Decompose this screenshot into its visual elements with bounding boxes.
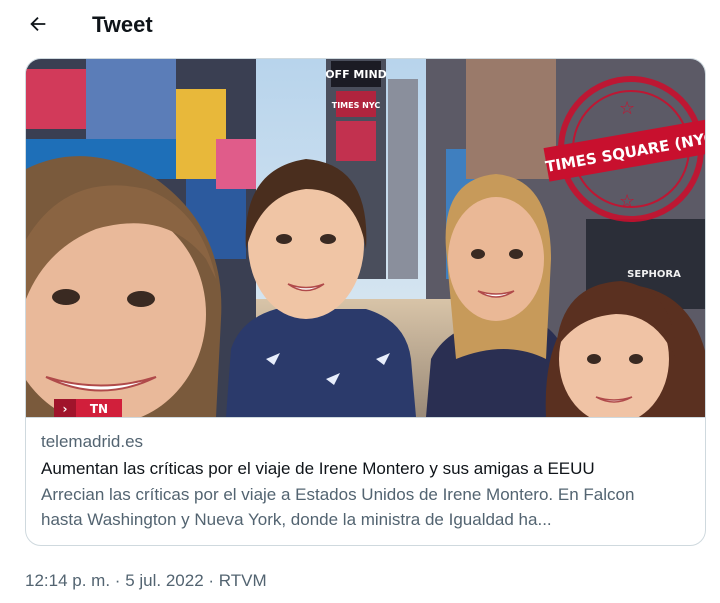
svg-text:›: › (63, 402, 68, 416)
svg-text:☆: ☆ (619, 191, 635, 211)
tweet-time[interactable]: 12:14 p. m. (25, 571, 110, 590)
card-description-line-2: hasta Washington y Nueva York, donde la … (41, 510, 552, 529)
svg-text:☆: ☆ (619, 98, 635, 118)
link-card[interactable]: OFF MIND TIMES NYC SEPHORA › TN ☆ ☆ TIME… (25, 58, 706, 546)
tweet-date[interactable]: 5 jul. 2022 (125, 571, 203, 590)
card-body: telemadrid.es Aumentan las críticas por … (41, 431, 691, 532)
card-description: Arrecian las críticas por el viaje a Est… (41, 482, 691, 532)
page-title: Tweet (92, 12, 153, 37)
store-sign: SEPHORA (627, 269, 681, 280)
arrow-left-icon (27, 13, 49, 40)
meta-separator: · (208, 571, 215, 590)
card-title: Aumentan las críticas por el viaje de Ir… (41, 459, 595, 478)
back-button[interactable] (22, 10, 54, 42)
corner-logo: TN (90, 402, 108, 416)
meta-separator: · (114, 571, 121, 590)
tweet-metadata: 12:14 p. m. · 5 jul. 2022 · RTVM (25, 570, 267, 592)
tweet-header: Tweet (0, 0, 720, 52)
card-image[interactable]: OFF MIND TIMES NYC SEPHORA › TN ☆ ☆ TIME… (26, 59, 705, 418)
sign-text-1: OFF MIND (325, 68, 387, 81)
tweet-source: RTVM (218, 571, 267, 590)
card-domain: telemadrid.es (41, 432, 144, 451)
card-description-line-1: Arrecian las críticas por el viaje a Est… (41, 485, 635, 504)
sign-text-2: TIMES NYC (332, 101, 381, 110)
